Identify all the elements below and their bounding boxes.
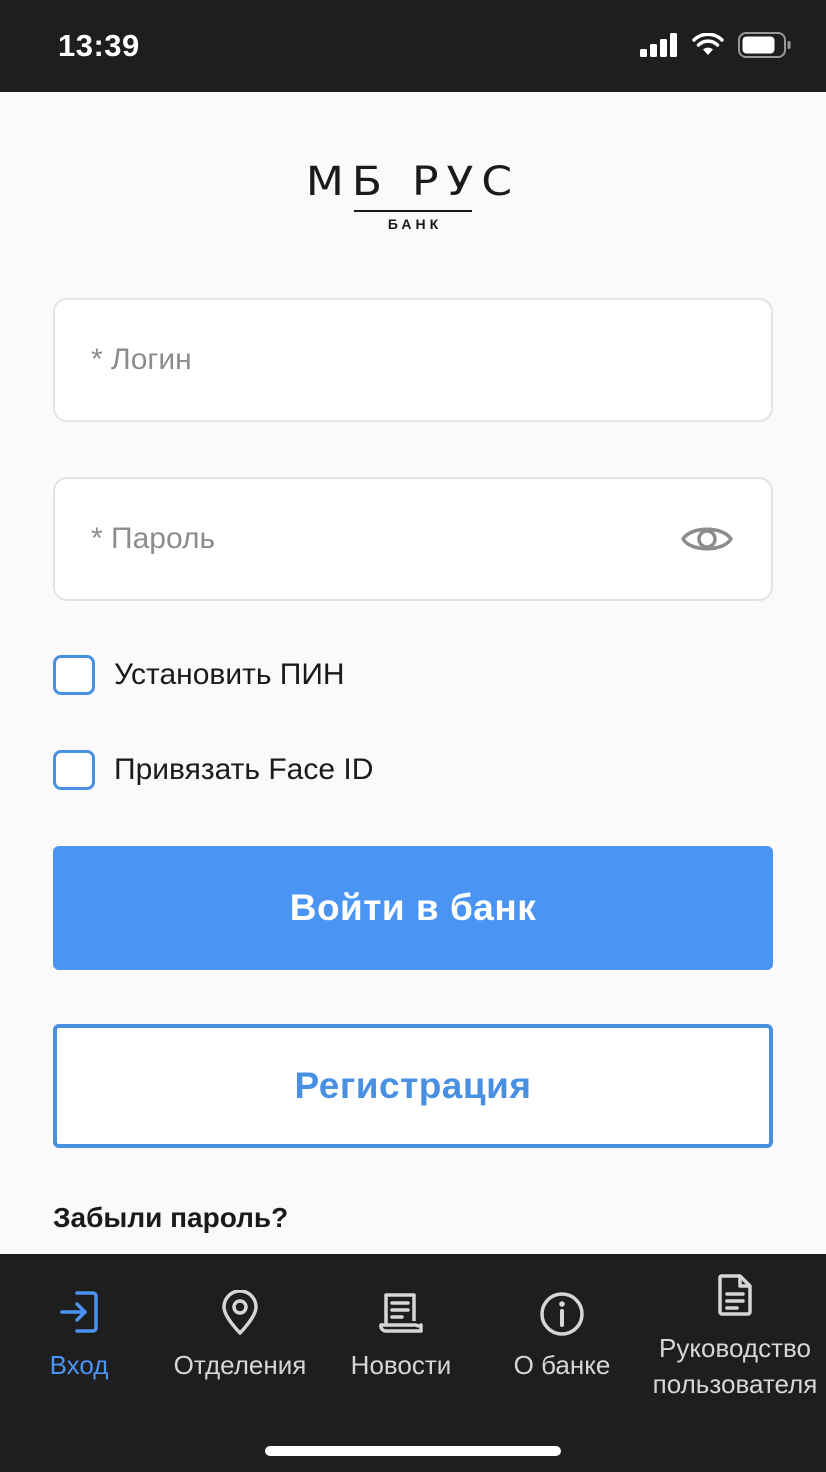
logo-sub-text: БАНК <box>387 216 443 232</box>
tab-news[interactable]: Новости <box>322 1254 480 1414</box>
cellular-signal-icon <box>640 33 677 57</box>
set-pin-row[interactable]: Установить ПИН <box>53 653 345 697</box>
tab-news-label: Новости <box>350 1350 452 1380</box>
logo-main-text: МБ РУС <box>305 158 521 205</box>
map-pin-icon <box>222 1290 258 1335</box>
login-icon <box>60 1291 98 1333</box>
password-input[interactable] <box>91 479 691 599</box>
register-button[interactable]: Регистрация <box>53 1024 773 1148</box>
login-field[interactable] <box>53 298 773 422</box>
forgot-password-link[interactable]: Забыли пароль? <box>53 1202 288 1234</box>
face-id-row[interactable]: Привязать Face ID <box>53 748 373 792</box>
status-time: 13:39 <box>58 28 140 63</box>
status-icons <box>640 30 792 60</box>
tab-about[interactable]: О банке <box>480 1254 644 1414</box>
home-indicator[interactable] <box>265 1446 561 1456</box>
face-id-label: Привязать Face ID <box>114 753 374 786</box>
tab-user-guide-label-line2: пользователя <box>652 1369 818 1399</box>
info-icon <box>540 1292 584 1336</box>
bank-logo: МБ РУС БАНК <box>0 150 826 232</box>
tab-about-label: О банке <box>513 1350 611 1380</box>
set-pin-label: Установить ПИН <box>114 658 345 691</box>
tab-branches-label: Отделения <box>173 1350 307 1380</box>
login-input[interactable] <box>91 300 691 420</box>
tab-user-guide[interactable]: Руководство пользователя <box>644 1254 826 1414</box>
login-button[interactable]: Войти в банк <box>53 846 773 970</box>
set-pin-checkbox[interactable] <box>53 655 95 695</box>
tab-login-label: Вход <box>49 1350 109 1380</box>
password-field[interactable] <box>53 477 773 601</box>
tab-branches[interactable]: Отделения <box>158 1254 322 1414</box>
status-bar: 13:39 <box>0 0 826 92</box>
tab-login[interactable]: Вход <box>0 1254 158 1414</box>
news-icon <box>379 1293 423 1333</box>
wifi-icon <box>692 33 724 55</box>
battery-icon <box>738 32 791 58</box>
tab-user-guide-label-line1: Руководство <box>659 1333 811 1363</box>
face-id-checkbox[interactable] <box>53 750 95 790</box>
bottom-tab-bar: Вход Отделения Новости О банке Руководст… <box>0 1254 826 1472</box>
document-icon <box>718 1274 752 1316</box>
eye-icon[interactable] <box>681 521 733 557</box>
